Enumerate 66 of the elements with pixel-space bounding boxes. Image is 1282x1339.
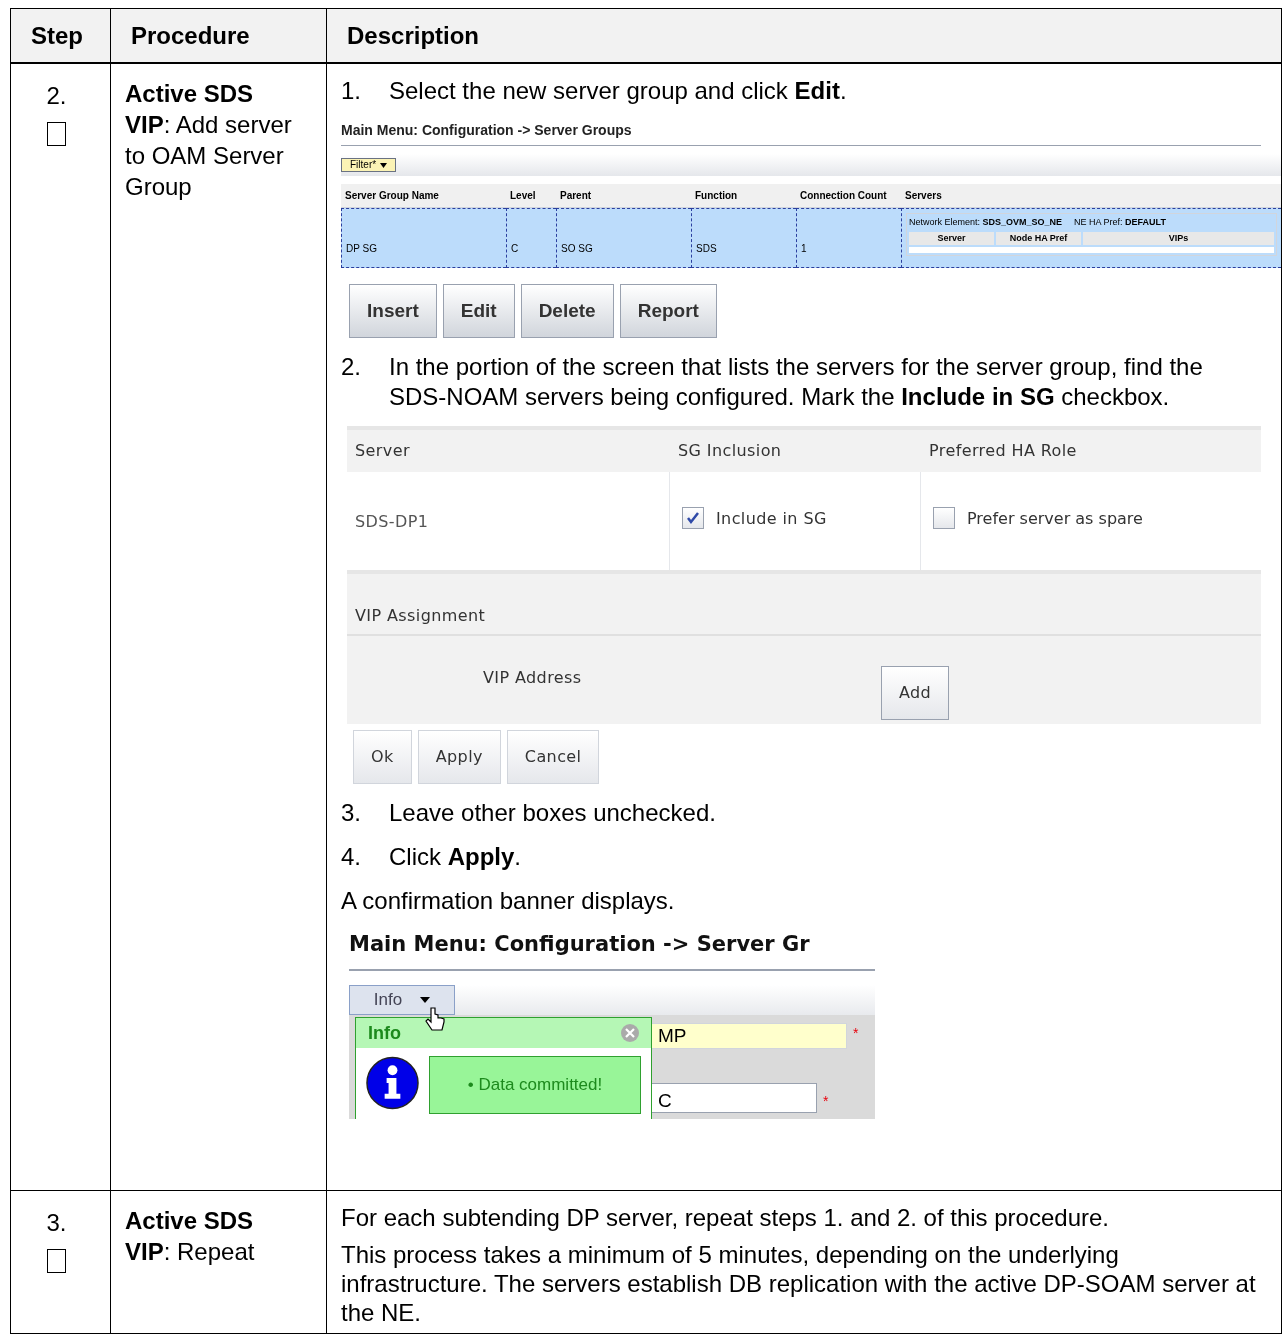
check-icon	[685, 510, 701, 526]
column-header: SG Inclusion	[677, 440, 783, 462]
step-number: 3.	[46, 1208, 67, 1238]
action-button[interactable]: Apply	[417, 730, 501, 784]
column-header: Servers	[901, 184, 1281, 208]
column-header: Server	[354, 440, 411, 462]
column-header: VIPs	[1083, 231, 1274, 245]
info-button[interactable]: Info	[349, 984, 455, 1015]
caret-icon	[420, 996, 431, 1003]
table-cell: 1	[796, 208, 901, 268]
screen-title: Main Menu: Configuration -> Server Gr	[349, 929, 875, 971]
checkbox[interactable]	[47, 122, 66, 146]
table-cell: SDS	[691, 208, 796, 268]
column-header: Preferred HA Role	[928, 440, 1078, 462]
required-mark: *	[823, 1092, 829, 1111]
required-mark: *	[853, 1024, 859, 1043]
field-label: VIP Address	[483, 667, 583, 689]
caret-icon	[380, 162, 388, 168]
add-button[interactable]: Add	[881, 666, 950, 720]
info-icon	[366, 1056, 419, 1110]
filter-button[interactable]: Filter*	[341, 158, 397, 172]
screen-title: Main Menu: Configuration -> Server Groups	[341, 120, 1261, 146]
procedure-text: Active SDS VIP: Add server to OAM Server Group	[125, 79, 293, 202]
column-header: Node HA Pref	[996, 231, 1081, 245]
instruction-text: Select the new server group and click Edit.	[389, 76, 847, 106]
column-header: Parent	[556, 184, 691, 208]
table-cell: C	[506, 208, 556, 268]
step-number: 1.	[341, 76, 362, 106]
checkbox[interactable]	[682, 507, 704, 529]
column-header: Function	[691, 184, 796, 208]
action-button[interactable]: Report	[619, 284, 717, 338]
description-text: This process takes a minimum of 5 minutes, depending on the underlying infrastructure. The servers establish DB replication with the active DP-SOAM server at the NE.	[341, 1240, 1257, 1327]
message-box: • Data committed!	[429, 1056, 641, 1114]
column-header: Server	[909, 231, 994, 245]
section-title: VIP Assignment	[347, 574, 1261, 636]
description-text: For each subtending DP server, repeat steps 1. and 2. of this procedure.	[341, 1203, 1110, 1232]
column-header: Step	[11, 9, 111, 64]
checkbox-label: Prefer server as spare	[967, 508, 1143, 530]
step-number: 2.	[46, 81, 67, 111]
procedure-text: Active SDS VIP: Repeat	[125, 1206, 256, 1267]
column-header: Description	[327, 9, 1282, 64]
column-header: Server Group Name	[341, 184, 506, 208]
network-element-label: Network Element: SDS_OVM_SO_NE	[909, 216, 1063, 229]
action-button[interactable]: Delete	[520, 284, 614, 338]
instruction-text: In the portion of the screen that lists the servers for the server group, find the SDS-NOAM servers being configured. Mark the Include in SG checkbox.	[389, 352, 1204, 412]
column-header: Level	[506, 184, 556, 208]
popup-title: Info	[368, 1021, 401, 1045]
instruction-text: Leave other boxes unchecked.	[389, 798, 716, 828]
action-button[interactable]: Insert	[349, 284, 437, 338]
checkbox[interactable]	[47, 1249, 66, 1273]
column-header: Procedure	[111, 9, 327, 64]
server-name: SDS-DP1	[355, 512, 429, 531]
step-number: 2.	[341, 352, 362, 382]
step-number: 3.	[341, 798, 362, 828]
step-number: 4.	[341, 842, 362, 872]
action-button[interactable]: Ok	[353, 730, 412, 784]
table-cell: DP SG	[341, 208, 506, 268]
action-button[interactable]: Edit	[442, 284, 515, 338]
ne-ha-pref-label: NE HA Pref: DEFAULT	[1074, 216, 1166, 229]
table-cell: SO SG	[556, 208, 691, 268]
description-text: A confirmation banner displays.	[341, 886, 676, 915]
column-header: Connection Count	[796, 184, 901, 208]
checkbox-label: Include in SG	[716, 508, 827, 530]
instruction-text: Click Apply.	[389, 842, 521, 872]
action-button[interactable]: Cancel	[506, 730, 600, 784]
checkbox[interactable]	[933, 507, 955, 529]
